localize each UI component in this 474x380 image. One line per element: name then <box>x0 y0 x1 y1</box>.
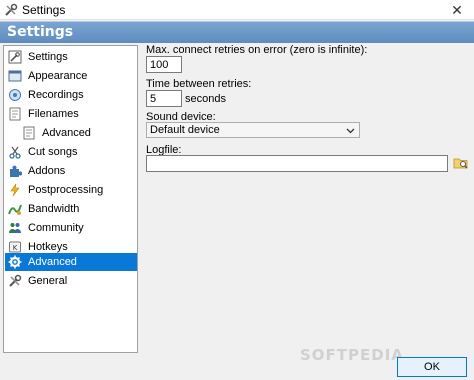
between-retries-label: Time between retries: <box>146 78 252 90</box>
title-bar: Settings ✕ <box>0 0 474 20</box>
general-icon <box>9 274 22 287</box>
advanced-gear-icon <box>8 255 22 269</box>
filenames-icon <box>9 107 21 121</box>
sidebar-item-filenames[interactable]: Filenames <box>5 105 137 123</box>
ok-button[interactable]: OK <box>397 357 467 377</box>
sidebar-item-filenames-advanced[interactable]: Advanced <box>5 124 137 142</box>
sidebar-item-community[interactable]: Community <box>5 219 137 237</box>
retries-label: Max. connect retries on error (zero is i… <box>146 44 368 56</box>
settings-icon <box>8 50 22 64</box>
hotkeys-icon: K <box>9 241 21 253</box>
watermark: SOFTPEDIA <box>300 346 404 364</box>
community-icon <box>9 223 21 233</box>
close-button[interactable]: ✕ <box>440 0 474 20</box>
window-title: Settings <box>22 3 66 17</box>
sidebar-item-postprocessing[interactable]: Postprocessing <box>5 181 137 199</box>
bandwidth-icon <box>8 204 22 215</box>
addons-icon <box>10 165 22 177</box>
between-retries-input[interactable]: 5 <box>146 90 182 107</box>
sidebar-item-bandwidth[interactable]: Bandwidth <box>5 200 137 218</box>
sidebar-item-settings[interactable]: Settings <box>5 48 137 66</box>
seconds-label: seconds <box>185 93 226 105</box>
sidebar-item-advanced[interactable]: Advanced <box>5 253 137 271</box>
browse-folder-icon[interactable] <box>453 156 469 170</box>
sidebar-item-addons[interactable]: Addons <box>5 162 137 180</box>
header-title: Settings <box>7 24 74 40</box>
recordings-icon <box>9 89 21 101</box>
sidebar-item-recordings[interactable]: Recordings <box>5 86 137 104</box>
sidebar-item-cut-songs[interactable]: Cut songs <box>5 143 137 161</box>
sound-device-value: Default device <box>150 124 220 136</box>
sidebar-item-general[interactable]: General <box>5 272 137 290</box>
svg-text:K: K <box>13 244 18 252</box>
appearance-icon <box>8 70 22 82</box>
advanced-icon <box>23 126 35 140</box>
logfile-input[interactable] <box>146 155 448 172</box>
tools-icon <box>5 3 18 16</box>
postprocessing-icon <box>10 183 20 197</box>
settings-sidebar: Settings Appearance Recordings Filenames… <box>3 45 138 353</box>
sidebar-item-appearance[interactable]: Appearance <box>5 67 137 85</box>
cut-songs-icon <box>9 146 21 159</box>
settings-header: Settings <box>0 21 474 43</box>
sound-device-select[interactable]: Default device <box>146 122 360 138</box>
retries-input[interactable]: 100 <box>146 56 182 73</box>
chevron-down-icon <box>346 128 355 134</box>
